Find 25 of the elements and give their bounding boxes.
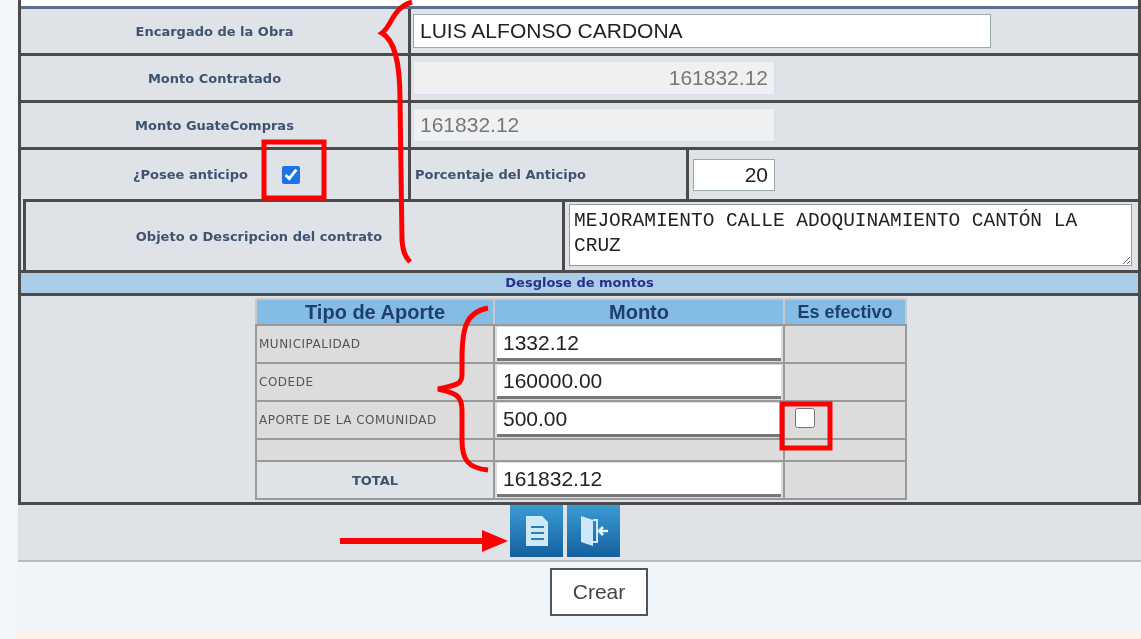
field-label: Porcentaje del Anticipo xyxy=(411,150,689,199)
checkbox[interactable] xyxy=(795,408,815,428)
input-field[interactable]: 1332.12 xyxy=(497,327,781,361)
new-document-button[interactable] xyxy=(510,505,563,557)
checkbox[interactable] xyxy=(282,165,300,184)
input-field[interactable]: 500.00 xyxy=(497,403,781,437)
tooltip: Crear xyxy=(550,568,648,616)
column-header: Monto xyxy=(494,299,784,325)
table-cell: APORTE DE LA COMUNIDAD xyxy=(256,401,494,439)
table-cell: CODEDE xyxy=(256,363,494,401)
text-area[interactable]: MEJORAMIENTO CALLE ADOQUINAMIENTO CANTÓN LA CRUZ xyxy=(569,204,1132,266)
exit-button[interactable] xyxy=(567,505,620,557)
field-label: Objeto o Descripcion del contrato xyxy=(135,228,383,244)
column-header: Tipo de Aporte xyxy=(256,299,494,325)
input-field[interactable]: 161832.12 xyxy=(497,463,781,497)
section-header: Desglose de montos xyxy=(21,270,1138,296)
input-field[interactable]: 160000.00 xyxy=(497,365,781,399)
input-field[interactable]: 20 xyxy=(693,158,775,191)
highlight-box xyxy=(261,139,327,201)
field-label: ¿Posee anticipo xyxy=(133,167,248,182)
column-header: Es efectivo xyxy=(784,299,906,325)
input-field[interactable]: LUIS ALFONSO CARDONA xyxy=(413,14,991,48)
table-cell: MUNICIPALIDAD xyxy=(256,325,494,363)
table-cell: TOTAL xyxy=(256,461,494,499)
highlight-box xyxy=(779,401,833,451)
